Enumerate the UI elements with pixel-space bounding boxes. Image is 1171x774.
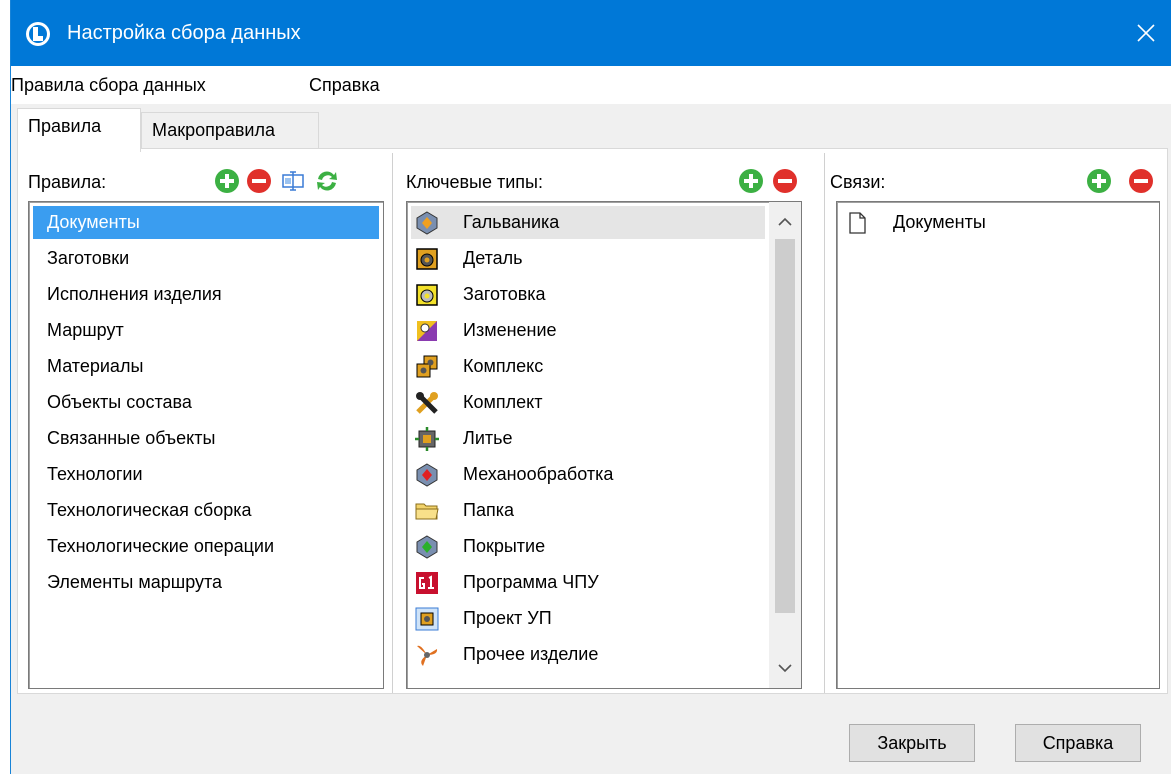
key-type-label: Литье	[463, 428, 513, 448]
links-list[interactable]: Документы	[836, 201, 1160, 689]
key-type-item[interactable]: Гальваника	[411, 206, 765, 239]
rule-item[interactable]: Заготовки	[33, 242, 129, 275]
add-link-button[interactable]	[1086, 168, 1112, 194]
window-title: Настройка сбора данных	[67, 22, 301, 44]
key-type-label: Заготовка	[463, 284, 546, 304]
key-type-item[interactable]: Механообработка	[411, 458, 613, 491]
complex-icon	[416, 355, 438, 378]
rule-item[interactable]: Исполнения изделия	[33, 278, 222, 311]
cnc-project-icon	[415, 607, 439, 631]
app-logo-icon	[26, 22, 50, 46]
rule-item[interactable]: Материалы	[33, 350, 143, 383]
chevron-down-icon	[778, 664, 792, 673]
key-type-item[interactable]: Программа ЧПУ	[411, 566, 599, 599]
key-types-header: Ключевые типы:	[406, 172, 543, 192]
tab-macrorules[interactable]: Макроправила	[141, 112, 319, 150]
rule-item[interactable]: Маршрут	[33, 314, 124, 347]
key-type-label: Деталь	[463, 248, 523, 268]
key-type-item[interactable]: Папка	[411, 494, 514, 527]
key-type-item[interactable]: Изменение	[411, 314, 557, 347]
scroll-down-button[interactable]	[769, 652, 801, 684]
key-type-label: Механообработка	[463, 464, 614, 484]
cnc-program-icon	[416, 572, 438, 594]
rule-item[interactable]: Технологические операции	[33, 530, 274, 563]
key-type-item[interactable]: Проект УП	[411, 602, 552, 635]
change-icon	[417, 321, 437, 341]
rule-item[interactable]: Объекты состава	[33, 386, 192, 419]
remove-key-type-button[interactable]	[772, 168, 798, 194]
rule-item[interactable]: Технологии	[33, 458, 143, 491]
scroll-thumb[interactable]	[775, 239, 795, 613]
remove-rule-button[interactable]	[246, 168, 272, 194]
casting-icon	[415, 427, 439, 451]
rules-header: Правила:	[28, 172, 107, 192]
key-type-label: Прочее изделие	[463, 644, 599, 664]
key-type-item[interactable]: Комплекс	[411, 350, 543, 383]
chevron-up-icon	[778, 217, 792, 226]
key-type-item[interactable]: Комплект	[411, 386, 542, 419]
key-type-label: Комплект	[463, 392, 543, 412]
key-type-item[interactable]: Заготовка	[411, 278, 546, 311]
dialog-footer: Закрыть Справка	[11, 700, 1171, 774]
key-type-item[interactable]: Литье	[411, 422, 513, 455]
rule-item[interactable]: Связанные объекты	[33, 422, 215, 455]
close-window-button[interactable]	[1121, 0, 1171, 66]
kit-icon	[416, 392, 438, 414]
machining-icon	[416, 463, 438, 487]
refresh-rules-button[interactable]	[314, 168, 340, 194]
key-types-list[interactable]: Гальваника Деталь Заготовка Изменение Ко…	[406, 201, 802, 689]
document-icon	[849, 212, 866, 234]
key-type-label: Изменение	[463, 320, 557, 340]
other-product-icon	[417, 645, 438, 666]
detail-icon	[416, 248, 438, 270]
dialog-window: Настройка сбора данных Правила сбора дан…	[10, 0, 1171, 774]
key-type-label: Покрытие	[463, 536, 546, 556]
key-type-label: Гальваника	[463, 212, 560, 232]
menu-help[interactable]: Справка	[309, 74, 380, 96]
help-button[interactable]: Справка	[1015, 724, 1141, 762]
rule-item[interactable]: Технологическая сборка	[33, 494, 252, 527]
menu-rules[interactable]: Правила сбора данных	[11, 74, 206, 96]
add-rule-button[interactable]	[214, 168, 240, 194]
key-type-label: Программа ЧПУ	[463, 572, 599, 592]
folder-icon	[415, 503, 439, 520]
key-type-label: Проект УП	[463, 608, 552, 628]
key-type-item[interactable]: Прочее изделие	[411, 638, 598, 671]
key-type-label: Папка	[463, 500, 514, 520]
add-key-type-button[interactable]	[738, 168, 764, 194]
scroll-up-button[interactable]	[769, 206, 801, 238]
title-bar[interactable]: Настройка сбора данных	[11, 0, 1171, 66]
remove-link-button[interactable]	[1128, 168, 1154, 194]
tab-content: Правила: Документы Заготовки Исполнения …	[17, 148, 1168, 694]
rules-list[interactable]: Документы Заготовки Исполнения изделия М…	[28, 201, 384, 689]
tab-rules[interactable]: Правила	[17, 108, 141, 152]
splitter-left[interactable]	[392, 153, 394, 693]
rule-item[interactable]: Документы	[33, 206, 379, 239]
menu-bar: Правила сбора данных Справка	[11, 66, 1171, 104]
close-icon	[1137, 24, 1155, 42]
rule-item[interactable]: Элементы маршрута	[33, 566, 222, 599]
blank-icon	[416, 284, 438, 306]
tab-strip: Правила Макроправила	[11, 104, 1171, 152]
rename-rule-button[interactable]	[280, 168, 306, 194]
galvanic-icon	[416, 211, 438, 235]
key-type-label: Комплекс	[463, 356, 544, 376]
link-item[interactable]: Документы	[841, 206, 986, 239]
close-button[interactable]: Закрыть	[849, 724, 975, 762]
key-types-scrollbar[interactable]	[769, 202, 801, 688]
splitter-right[interactable]	[824, 153, 826, 693]
key-type-item[interactable]: Покрытие	[411, 530, 545, 563]
links-header: Связи:	[830, 172, 886, 192]
link-label: Документы	[893, 212, 986, 232]
key-type-item[interactable]: Деталь	[411, 242, 523, 275]
coating-icon	[416, 535, 438, 559]
